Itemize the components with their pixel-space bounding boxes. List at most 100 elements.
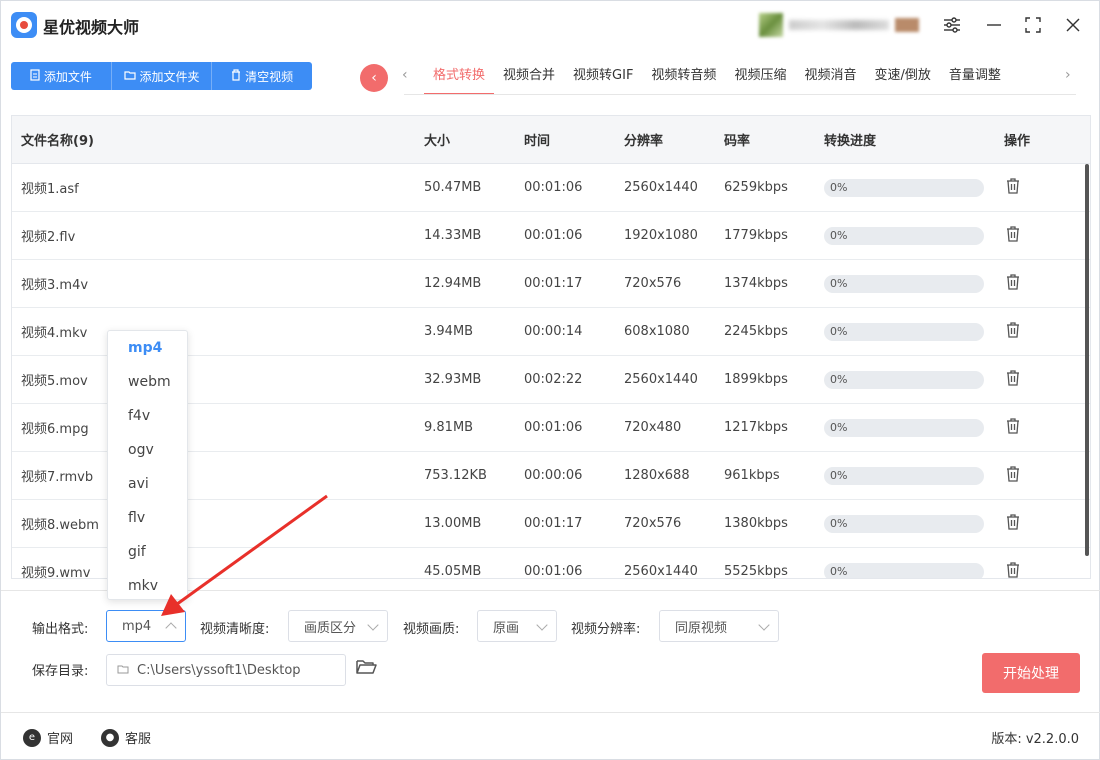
file-resolution: 2560x1440 <box>624 372 698 387</box>
format-option-webm[interactable]: webm <box>108 365 187 399</box>
quality-label: 视频画质: <box>403 622 460 637</box>
delete-trash-icon[interactable] <box>1004 225 1022 243</box>
chevron-down-icon <box>758 619 770 631</box>
resolution-select[interactable]: 同原视频 <box>659 610 779 642</box>
app-window: 星优视频大师 添加文件 添加文件夹 清空视频 ‹ ‹ 格式转换 视频合并 视频转… <box>0 0 1100 760</box>
tab-2[interactable]: 视频转GIF <box>564 59 642 95</box>
file-bitrate: 2245kbps <box>724 324 788 339</box>
format-option-avi[interactable]: avi <box>108 467 187 501</box>
file-name: 视频6.mpg <box>21 422 89 437</box>
file-duration: 00:01:06 <box>524 228 583 243</box>
tab-7[interactable]: 音量调整 <box>940 59 1010 95</box>
file-icon <box>30 68 40 84</box>
support-label: 客服 <box>125 732 152 747</box>
support-link[interactable]: ● 客服 <box>101 728 151 747</box>
settings-panel <box>1 590 1100 712</box>
format-option-gif[interactable]: gif <box>108 535 187 569</box>
file-resolution: 1920x1080 <box>624 228 698 243</box>
table-row[interactable]: 视频1.asf 50.47MB 00:01:06 2560x1440 6259kbps 0… <box>12 164 1090 212</box>
progress-bar: 0% <box>824 562 984 578</box>
tab-next-chevron-icon[interactable]: › <box>1065 67 1071 83</box>
format-option-ogv[interactable]: ogv <box>108 433 187 467</box>
folder-outline-icon <box>117 663 129 678</box>
quality-select[interactable]: 原画 <box>477 610 557 642</box>
tab-5[interactable]: 视频消音 <box>795 59 865 95</box>
delete-trash-icon[interactable] <box>1004 561 1022 579</box>
format-option-f4v[interactable]: f4v <box>108 399 187 433</box>
chevron-down-icon <box>367 619 379 631</box>
settings-icon[interactable] <box>941 14 963 36</box>
close-icon[interactable] <box>1062 14 1084 36</box>
start-processing-button[interactable]: 开始处理 <box>982 653 1080 693</box>
maximize-icon[interactable] <box>1022 14 1044 36</box>
minimize-icon[interactable] <box>983 14 1005 36</box>
file-resolution: 720x480 <box>624 420 682 435</box>
table-scrollbar[interactable] <box>1085 164 1089 556</box>
format-option-mp4[interactable]: mp4 <box>108 331 187 365</box>
tab-4[interactable]: 视频压缩 <box>725 59 795 95</box>
col-header-bitrate: 码率 <box>724 134 751 149</box>
file-name: 视频8.webm <box>21 518 99 533</box>
file-duration: 00:01:06 <box>524 180 583 195</box>
back-chevron-icon[interactable]: ‹ <box>360 64 388 92</box>
app-logo-icon <box>11 12 37 38</box>
file-bitrate: 961kbps <box>724 468 780 483</box>
file-size: 32.93MB <box>424 372 482 387</box>
table-row[interactable]: 视频2.flv 14.33MB 00:01:06 1920x1080 1779kbps 0… <box>12 212 1090 260</box>
file-toolbar: 添加文件 添加文件夹 清空视频 <box>11 62 312 90</box>
tabs-divider <box>404 94 1076 95</box>
format-dropdown-list: mp4 webm f4v ogv avi flv gif mkv <box>107 330 188 600</box>
clear-videos-button[interactable]: 清空视频 <box>212 62 312 90</box>
clarity-label: 视频清晰度: <box>200 622 270 637</box>
table-row[interactable]: 视频3.m4v 12.94MB 00:01:17 720x576 1374kbps 0% <box>12 260 1090 308</box>
progress-cell: 0% <box>815 226 995 245</box>
file-duration: 00:00:06 <box>524 468 583 483</box>
file-resolution: 2560x1440 <box>624 180 698 195</box>
tab-6[interactable]: 变速/倒放 <box>865 59 939 95</box>
progress-cell: 0% <box>815 370 995 389</box>
website-link[interactable]: e 官网 <box>23 728 73 747</box>
tab-1[interactable]: 视频合并 <box>494 59 564 95</box>
tab-0[interactable]: 格式转换 <box>424 59 495 95</box>
clarity-select[interactable]: 画质区分 <box>288 610 388 642</box>
file-duration: 00:01:17 <box>524 516 583 531</box>
delete-trash-icon[interactable] <box>1004 321 1022 339</box>
actions-cell <box>995 513 1075 535</box>
output-format-value: mp4 <box>122 618 152 634</box>
progress-cell: 0% <box>815 322 995 341</box>
file-size: 14.33MB <box>424 228 482 243</box>
user-account[interactable] <box>759 13 923 37</box>
delete-trash-icon[interactable] <box>1004 369 1022 387</box>
actions-cell <box>995 273 1075 295</box>
file-resolution: 720x576 <box>624 276 682 291</box>
actions-cell <box>995 465 1075 487</box>
add-file-button[interactable]: 添加文件 <box>11 62 112 90</box>
open-folder-icon[interactable] <box>355 658 377 680</box>
progress-bar: 0% <box>824 178 984 197</box>
save-dir-input[interactable]: C:\Users\yssoft1\Desktop <box>106 654 346 686</box>
delete-trash-icon[interactable] <box>1004 273 1022 291</box>
footer-bar <box>1 712 1100 760</box>
actions-cell <box>995 369 1075 391</box>
file-name: 视频1.asf <box>21 182 79 197</box>
website-label: 官网 <box>47 732 74 747</box>
delete-trash-icon[interactable] <box>1004 465 1022 483</box>
col-header-time: 时间 <box>524 134 551 149</box>
file-duration: 00:00:14 <box>524 324 583 339</box>
tab-prev-chevron-icon[interactable]: ‹ <box>402 67 408 83</box>
actions-cell <box>995 417 1075 439</box>
feature-tabs: 格式转换 视频合并 视频转GIF 视频转音频 视频压缩 视频消音 变速/倒放 音量调整 <box>424 59 1010 95</box>
file-size: 12.94MB <box>424 276 482 291</box>
quality-value: 原画 <box>493 620 520 636</box>
output-format-select[interactable]: mp4 <box>106 610 186 642</box>
delete-trash-icon[interactable] <box>1004 513 1022 531</box>
tab-3[interactable]: 视频转音频 <box>642 59 725 95</box>
version-text: 版本: v2.2.0.0 <box>991 732 1079 747</box>
format-option-flv[interactable]: flv <box>108 501 187 535</box>
add-folder-button[interactable]: 添加文件夹 <box>112 62 213 90</box>
delete-trash-icon[interactable] <box>1004 177 1022 195</box>
file-resolution: 608x1080 <box>624 324 690 339</box>
file-size: 753.12KB <box>424 468 487 483</box>
format-option-mkv[interactable]: mkv <box>108 569 187 599</box>
delete-trash-icon[interactable] <box>1004 417 1022 435</box>
